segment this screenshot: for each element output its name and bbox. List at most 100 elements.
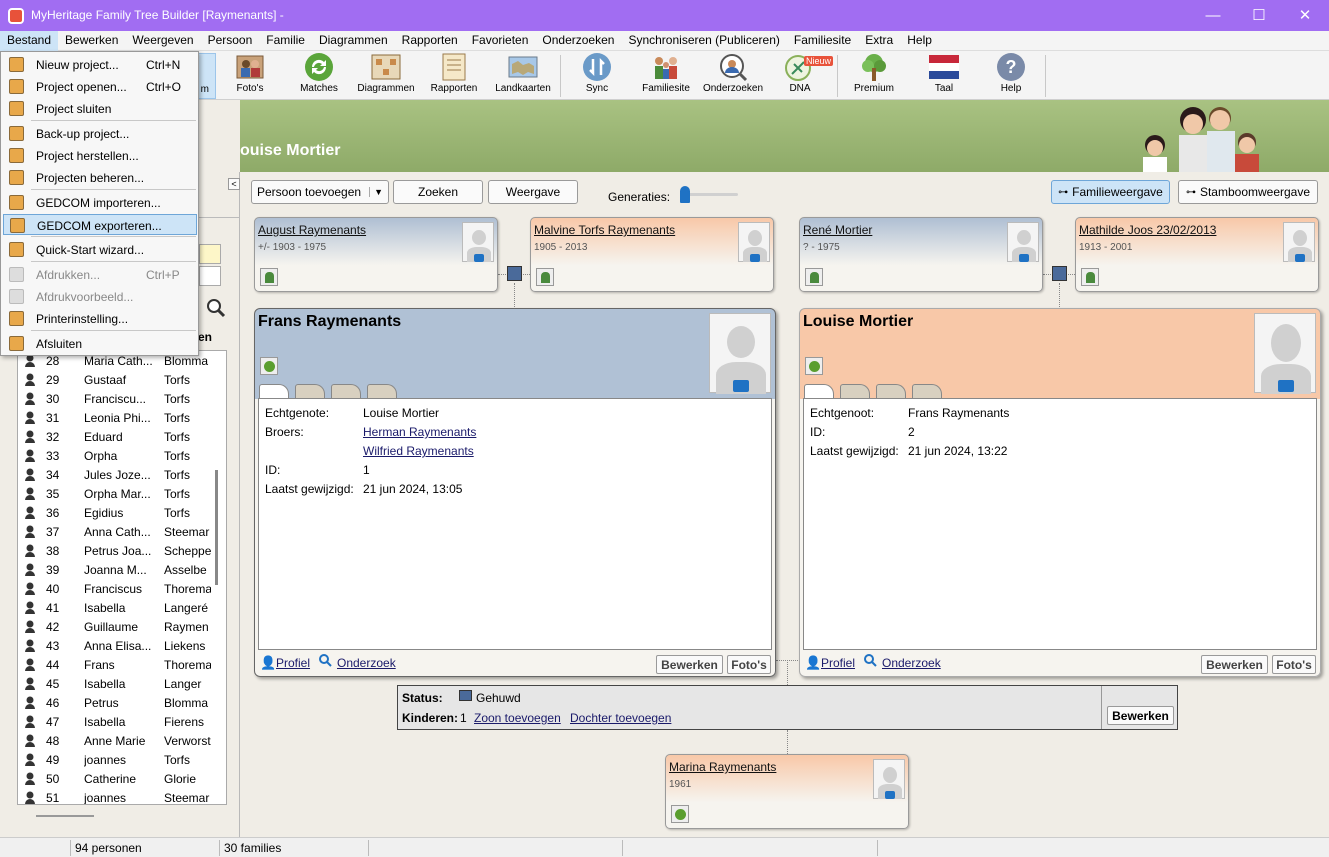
- tab-notes[interactable]: [367, 384, 397, 398]
- list-item[interactable]: 47 Isabella Fierens: [18, 712, 211, 731]
- minimize-button[interactable]: —: [1190, 0, 1236, 31]
- tab-facts[interactable]: [295, 384, 325, 398]
- menu-persoon[interactable]: Persoon: [201, 31, 260, 51]
- parent-name[interactable]: August Raymenants: [258, 223, 366, 237]
- edit-button[interactable]: Bewerken: [656, 655, 723, 674]
- parent-card-malvine[interactable]: Malvine Torfs Raymenants 1905 - 2013: [530, 217, 774, 292]
- brother-link[interactable]: Wilfried Raymenants: [363, 444, 474, 458]
- list-item[interactable]: 45 Isabella Langer: [18, 674, 211, 693]
- menu-bewerken[interactable]: Bewerken: [58, 31, 125, 51]
- close-window-button[interactable]: ✕: [1282, 0, 1328, 31]
- parent-name[interactable]: René Mortier: [803, 223, 872, 237]
- parent-name[interactable]: Mathilde Joos 23/02/2013: [1079, 223, 1216, 237]
- marriage-icon[interactable]: [1052, 266, 1067, 281]
- tree-view-button[interactable]: ⊶ Stamboomweergave: [1178, 180, 1318, 204]
- chevron-down-icon[interactable]: ▼: [369, 187, 383, 197]
- list-item[interactable]: 30 Franciscu... Torfs: [18, 389, 211, 408]
- female-avatar-icon[interactable]: [1283, 222, 1315, 262]
- list-item[interactable]: 50 Catherine Glorie: [18, 769, 211, 788]
- female-avatar-icon[interactable]: [738, 222, 770, 262]
- tombstone-icon[interactable]: [260, 268, 278, 286]
- toolbar-premium-button[interactable]: Premium: [841, 53, 907, 99]
- toolbar-research-button[interactable]: Onderzoeken: [700, 53, 766, 99]
- list-item[interactable]: 38 Petrus Joa... Scheppe: [18, 541, 211, 560]
- male-avatar-icon[interactable]: [462, 222, 494, 262]
- menu-extra[interactable]: Extra: [858, 31, 900, 51]
- filter-field-1[interactable]: [199, 244, 221, 264]
- menu-familiesite[interactable]: Familiesite: [787, 31, 858, 51]
- list-item[interactable]: 48 Anne Marie Verworst: [18, 731, 211, 750]
- list-item[interactable]: 49 joannes Torfs: [18, 750, 211, 769]
- tombstone-icon[interactable]: [805, 268, 823, 286]
- tombstone-icon[interactable]: [1081, 268, 1099, 286]
- profile-link[interactable]: Profiel: [821, 656, 855, 670]
- menu-favorieten[interactable]: Favorieten: [465, 31, 536, 51]
- filter-field-2[interactable]: [199, 266, 221, 286]
- toolbar-help-button[interactable]: ? Help: [978, 53, 1044, 99]
- list-item[interactable]: 36 Egidius Torfs: [18, 503, 211, 522]
- matches-icon[interactable]: [671, 805, 689, 823]
- generations-slider-thumb[interactable]: [680, 186, 690, 203]
- menu-item-exit[interactable]: Afsluiten: [3, 333, 197, 354]
- photos-button[interactable]: Foto's: [727, 655, 771, 674]
- list-item[interactable]: 46 Petrus Blomma: [18, 693, 211, 712]
- menu-weergeven[interactable]: Weergeven: [125, 31, 200, 51]
- menu-item-gedcom-export[interactable]: GEDCOM exporteren...: [3, 214, 197, 235]
- menu-diagrammen[interactable]: Diagrammen: [312, 31, 395, 51]
- toolbar-language-button[interactable]: Taal: [911, 53, 977, 99]
- toolbar-dna-button[interactable]: DNA Nieuw: [767, 53, 834, 99]
- people-list[interactable]: 28 Maria Cath... Blomma 29 Gustaaf Torfs 30 Fra…: [17, 350, 227, 805]
- child-name[interactable]: Marina Raymenants: [669, 760, 776, 774]
- add-daughter-link[interactable]: Dochter toevoegen: [570, 711, 671, 725]
- menu-rapporten[interactable]: Rapporten: [395, 31, 465, 51]
- female-avatar-icon[interactable]: [873, 759, 905, 799]
- toolbar-reports-button[interactable]: Rapporten: [421, 53, 487, 99]
- list-item[interactable]: 51 joannes Steemar: [18, 788, 211, 804]
- add-person-button[interactable]: Persoon toevoegen ▼: [251, 180, 389, 204]
- edit-button[interactable]: Bewerken: [1201, 655, 1268, 674]
- tab-info[interactable]: [804, 384, 834, 398]
- search-icon[interactable]: [206, 298, 226, 318]
- menu-item-new-project[interactable]: Nieuw project... Ctrl+N: [3, 54, 197, 75]
- menu-onderzoeken[interactable]: Onderzoeken: [535, 31, 621, 51]
- add-son-link[interactable]: Zoon toevoegen: [474, 711, 561, 725]
- parent-card-rene[interactable]: René Mortier ? - 1975: [799, 217, 1043, 292]
- tab-notes[interactable]: [912, 384, 942, 398]
- search-button[interactable]: Zoeken: [393, 180, 483, 204]
- tombstone-icon[interactable]: [536, 268, 554, 286]
- toolbar-photos-button[interactable]: Foto's: [217, 53, 283, 99]
- parent-card-mathilde[interactable]: Mathilde Joos 23/02/2013 1913 - 2001: [1075, 217, 1319, 292]
- menu-item-restore[interactable]: Project herstellen...: [3, 145, 197, 166]
- list-item[interactable]: 34 Jules Joze... Torfs: [18, 465, 211, 484]
- list-item[interactable]: 31 Leonia Phi... Torfs: [18, 408, 211, 427]
- list-item[interactable]: 40 Franciscus Thorema: [18, 579, 211, 598]
- maximize-button[interactable]: ☐: [1236, 0, 1282, 31]
- tab-info[interactable]: [259, 384, 289, 398]
- list-item[interactable]: 39 Joanna M... Asselbe: [18, 560, 211, 579]
- profile-link[interactable]: Profiel: [276, 656, 310, 670]
- menu-item-gedcom-import[interactable]: GEDCOM importeren...: [3, 192, 197, 213]
- menu-item-close-project[interactable]: Project sluiten: [3, 98, 197, 119]
- family-view-button[interactable]: ⊶ Familieweergave: [1051, 180, 1170, 204]
- male-avatar-icon[interactable]: [1007, 222, 1039, 262]
- family-edit-button[interactable]: Bewerken: [1107, 706, 1174, 725]
- marriage-icon[interactable]: [507, 266, 522, 281]
- toolbar-charts-button[interactable]: Diagrammen: [353, 53, 419, 99]
- list-item[interactable]: 44 Frans Thorema: [18, 655, 211, 674]
- research-link[interactable]: Onderzoek: [882, 656, 941, 670]
- list-scrollbar-thumb[interactable]: [215, 470, 218, 585]
- list-item[interactable]: 42 Guillaume Raymen: [18, 617, 211, 636]
- generations-slider-track[interactable]: [683, 193, 738, 196]
- view-button[interactable]: Weergave: [488, 180, 578, 204]
- toolbar-matches-button[interactable]: Matches: [286, 53, 352, 99]
- list-item[interactable]: 35 Orpha Mar... Torfs: [18, 484, 211, 503]
- toolbar-familysite-button[interactable]: Familiesite: [633, 53, 699, 99]
- photos-button[interactable]: Foto's: [1272, 655, 1316, 674]
- research-link[interactable]: Onderzoek: [337, 656, 396, 670]
- list-item[interactable]: 37 Anna Cath... Steemar: [18, 522, 211, 541]
- collapse-panel-button[interactable]: <: [228, 178, 240, 190]
- list-item[interactable]: 33 Orpha Torfs: [18, 446, 211, 465]
- column-header-fragment[interactable]: en: [198, 330, 212, 344]
- list-item[interactable]: 43 Anna Elisa... Liekens: [18, 636, 211, 655]
- female-avatar-icon[interactable]: [1254, 313, 1316, 394]
